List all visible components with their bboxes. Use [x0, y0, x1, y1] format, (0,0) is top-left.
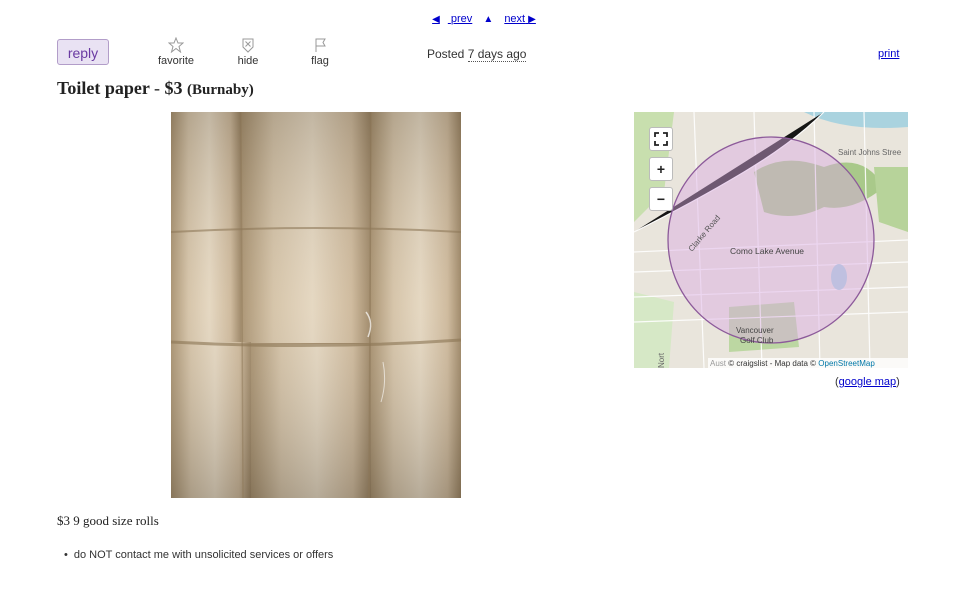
hide-icon	[242, 38, 254, 53]
up-arrow-icon[interactable]: ▲	[483, 14, 493, 25]
flag-icon	[315, 38, 326, 52]
google-map-link-wrapper: (google map)	[835, 376, 900, 388]
flag-button[interactable]: flag	[295, 37, 345, 67]
attribution-text: © craigslist - Map data ©	[728, 359, 817, 368]
posted-date: Posted 7 days ago	[427, 47, 527, 62]
fullscreen-icon	[654, 132, 668, 146]
star-icon	[168, 37, 184, 53]
print-link[interactable]: print	[878, 48, 899, 60]
next-label: next	[504, 13, 526, 25]
next-link[interactable]: next ▶	[504, 13, 536, 25]
post-location: (Burnaby)	[187, 82, 254, 98]
favorite-button[interactable]: favorite	[151, 37, 201, 67]
posted-ago: 7 days ago	[467, 47, 527, 62]
flag-label: flag	[311, 55, 329, 67]
right-arrow-icon: ▶	[528, 14, 536, 25]
zoom-in-button[interactable]: +	[649, 157, 673, 181]
map-label-north: Nort	[657, 352, 666, 368]
reply-button[interactable]: reply	[57, 39, 109, 65]
post-price: $3	[164, 78, 183, 98]
toilet-paper-image	[171, 112, 461, 498]
post-title: Toilet paper	[57, 78, 150, 98]
google-map-link[interactable]: google map	[839, 376, 897, 388]
hide-button[interactable]: hide	[223, 37, 273, 67]
location-map[interactable]: Saint Johns Stree Clarke Road Como Lake …	[634, 112, 908, 368]
place-label-golf-2: Golf Club	[740, 336, 774, 345]
page-title: Toilet paper - $3 (Burnaby)	[57, 78, 254, 98]
prev-label: prev	[450, 13, 473, 25]
prev-link[interactable]: ◀ prev	[424, 13, 472, 25]
hide-label: hide	[237, 55, 259, 67]
left-arrow-icon: ◀	[432, 14, 440, 25]
posted-label: Posted	[427, 47, 465, 61]
posting-body: $3 9 good size rolls	[57, 513, 159, 528]
paren-close: )	[896, 376, 900, 388]
attribution-prefix: Aust	[710, 359, 729, 368]
map-attribution: Aust © craigslist - Map data © OpenStree…	[708, 358, 908, 369]
map-tiles: Saint Johns Stree Clarke Road Como Lake …	[634, 112, 908, 368]
listing-photo[interactable]	[171, 112, 461, 498]
notice-list-item: do NOT contact me with unsolicited servi…	[64, 549, 333, 561]
fullscreen-button[interactable]	[649, 127, 673, 151]
street-label-saint-johns: Saint Johns Stree	[838, 148, 902, 157]
place-label-golf-1: Vancouver	[736, 326, 774, 335]
osm-link[interactable]: OpenStreetMap	[818, 359, 874, 368]
post-navigation: ◀ prev ▲ next ▶	[0, 13, 960, 25]
zoom-out-button[interactable]: −	[649, 187, 673, 211]
favorite-label: favorite	[157, 55, 195, 67]
street-label-como-lake: Como Lake Avenue	[730, 246, 804, 256]
